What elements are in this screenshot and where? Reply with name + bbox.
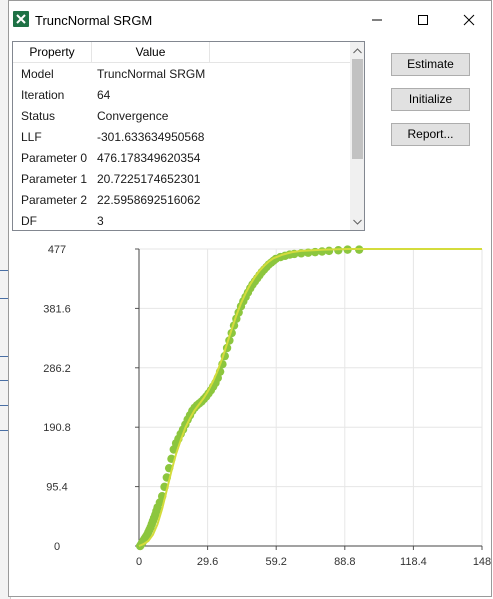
row-property: LLF <box>21 130 42 144</box>
scroll-down-arrow-icon[interactable] <box>353 218 362 226</box>
grid-vertical-scrollbar[interactable] <box>350 42 364 230</box>
maximize-button[interactable] <box>400 1 446 39</box>
row-property: Parameter 1 <box>21 172 88 186</box>
y-tick-label: 0 <box>54 541 60 553</box>
grid-row[interactable]: Status Convergence <box>13 106 350 127</box>
property-grid[interactable]: Property Value Model TruncNormal SRGM It… <box>12 41 365 231</box>
row-value: 476.178349620354 <box>97 151 201 165</box>
y-tick-label: 381.6 <box>43 303 71 315</box>
x-tick-label: 0 <box>136 556 142 568</box>
grid-row[interactable]: Parameter 2 22.5958692516062 <box>13 190 350 211</box>
grid-header: Property Value <box>13 42 350 63</box>
x-tick-label: 118.4 <box>400 556 427 568</box>
column-header-property[interactable]: Property <box>13 42 92 62</box>
row-value: TruncNormal SRGM <box>97 67 206 81</box>
row-value: 20.7225174652301 <box>97 172 201 186</box>
grid-row[interactable]: Model TruncNormal SRGM <box>13 64 350 85</box>
minimize-icon <box>372 19 382 21</box>
estimate-button[interactable]: Estimate <box>391 53 470 76</box>
row-property: Status <box>21 109 56 123</box>
data-point <box>324 246 334 256</box>
grid-row[interactable]: Iteration 64 <box>13 85 350 106</box>
close-button[interactable] <box>446 1 492 39</box>
row-value: -301.633634950568 <box>97 130 205 144</box>
y-tick-label: 190.8 <box>43 422 71 434</box>
row-property: Parameter 2 <box>21 193 88 207</box>
row-property: Parameter 0 <box>21 151 88 165</box>
fitted-curve <box>138 248 482 547</box>
row-property: DF <box>21 214 37 228</box>
row-value: 3 <box>97 214 104 228</box>
row-property: Model <box>21 67 54 81</box>
column-header-value[interactable]: Value <box>92 42 210 62</box>
x-tick-label: 148 <box>473 556 491 568</box>
grid-row[interactable]: DF 3 <box>13 211 350 230</box>
scroll-up-arrow-icon[interactable] <box>353 47 362 55</box>
row-value: 64 <box>97 88 111 102</box>
x-tick-label: 29.6 <box>197 556 218 568</box>
minimize-button[interactable] <box>354 1 400 39</box>
initialize-button[interactable]: Initialize <box>391 88 470 111</box>
srgm-chart: 0 29.6 59.2 88.8 118.4 148 477 381.6 286.2 190.8 9… <box>43 244 491 568</box>
title-bar: TruncNormal SRGM <box>9 1 491 39</box>
report-button[interactable]: Report... <box>391 123 470 146</box>
close-icon <box>463 14 475 26</box>
x-tick-label: 59.2 <box>265 556 286 568</box>
row-value: Convergence <box>97 109 169 123</box>
window-title: TruncNormal SRGM <box>35 13 153 28</box>
y-tick-label: 477 <box>48 244 66 256</box>
scroll-thumb[interactable] <box>352 59 363 159</box>
grid-row[interactable]: LLF -301.633634950568 <box>13 127 350 148</box>
x-tick-label: 88.8 <box>334 556 355 568</box>
maximize-icon <box>418 15 428 25</box>
y-tick-label: 286.2 <box>43 363 71 375</box>
srgm-window: TruncNormal SRGM Property Value Model Tr… <box>8 0 492 597</box>
excel-icon <box>13 11 29 27</box>
row-value: 22.5958692516062 <box>97 193 201 207</box>
row-property: Iteration <box>21 88 65 102</box>
grid-row[interactable]: Parameter 1 20.7225174652301 <box>13 169 350 190</box>
grid-row[interactable]: Parameter 0 476.178349620354 <box>13 148 350 169</box>
y-tick-label: 95.4 <box>46 482 67 494</box>
